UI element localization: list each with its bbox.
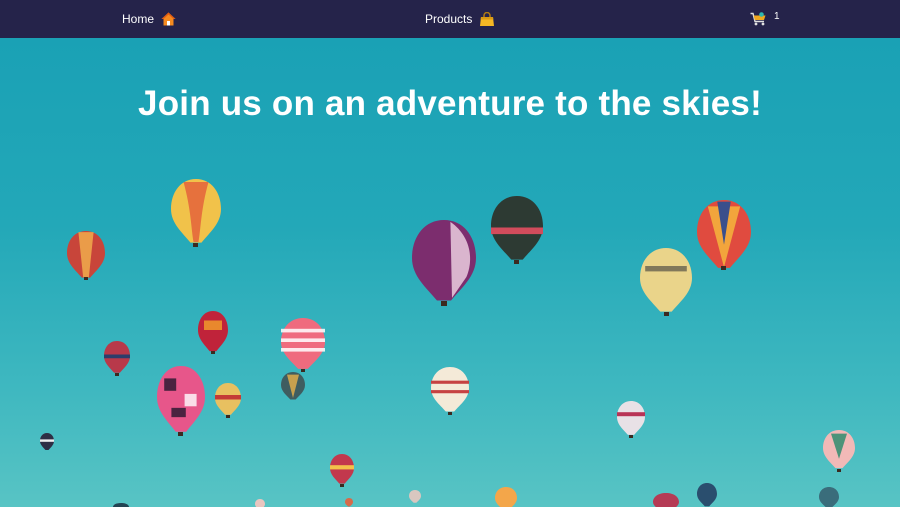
cart-count-badge: 1 xyxy=(774,10,780,22)
balloon-22 xyxy=(819,487,839,507)
balloon-4 xyxy=(491,196,543,260)
balloon-7 xyxy=(198,311,228,352)
shopping-bag-icon xyxy=(480,11,495,26)
nav-products-link[interactable]: Products xyxy=(425,0,495,38)
balloon-13 xyxy=(431,367,469,412)
balloon-8 xyxy=(281,318,325,369)
balloon-15 xyxy=(823,430,855,469)
hero-title: Join us on an adventure to the skies! xyxy=(138,84,762,123)
balloon-11 xyxy=(215,383,241,415)
balloon-18 xyxy=(495,487,517,507)
balloon-9 xyxy=(104,341,130,373)
hero-banner: Join us on an adventure to the skies! xyxy=(0,38,900,507)
balloon-12 xyxy=(281,372,305,400)
balloon-23 xyxy=(255,499,265,507)
balloon-16 xyxy=(40,433,54,450)
nav-home-label: Home xyxy=(122,12,155,26)
balloon-6 xyxy=(640,248,692,312)
balloon-2 xyxy=(67,231,105,278)
balloon-20 xyxy=(653,493,679,507)
balloon-14 xyxy=(617,401,645,435)
shopping-cart-icon xyxy=(750,12,766,26)
nav-home-link[interactable]: Home xyxy=(122,0,176,38)
balloon-24 xyxy=(345,498,353,507)
nav-products-label: Products xyxy=(425,12,473,26)
balloon-10 xyxy=(157,366,205,432)
nav-cart-link[interactable]: 1 xyxy=(750,0,780,38)
balloon-21 xyxy=(697,483,717,507)
balloon-1 xyxy=(171,179,221,243)
balloon-17 xyxy=(330,454,354,484)
balloon-25 xyxy=(113,503,129,507)
home-icon xyxy=(161,12,176,26)
balloon-5 xyxy=(697,200,751,268)
balloon-19 xyxy=(409,490,421,503)
balloon-3 xyxy=(412,220,476,301)
page: Home Products 1 Join us on an adventure … xyxy=(0,0,900,507)
top-navbar: Home Products 1 xyxy=(0,0,900,38)
